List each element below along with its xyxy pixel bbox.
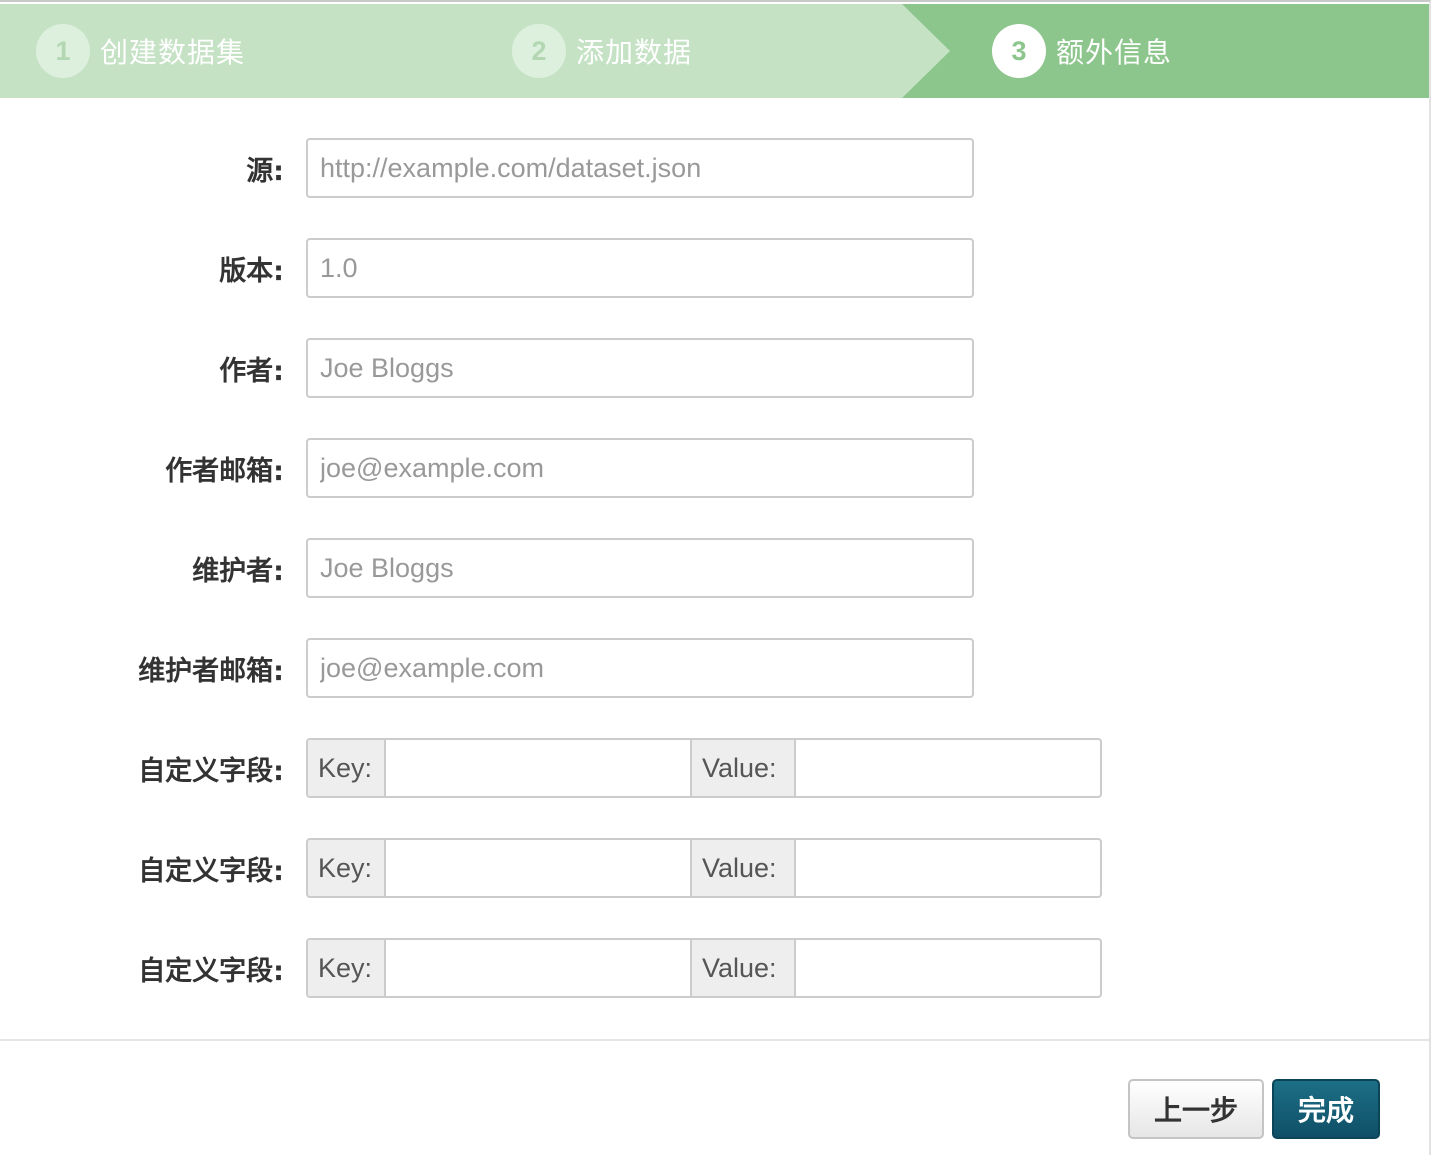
custom-value-input[interactable] <box>796 938 1102 998</box>
previous-button[interactable]: 上一步 <box>1128 1079 1264 1139</box>
custom-value-input[interactable] <box>796 838 1102 898</box>
maintainer-email-row: 维护者邮箱: <box>0 638 1429 698</box>
version-label: 版本: <box>219 255 284 287</box>
maintainer-email-label: 维护者邮箱: <box>138 655 284 687</box>
custom-field-group: Key: Value: <box>306 838 1102 898</box>
maintainer-row: 维护者: <box>0 538 1429 598</box>
source-input[interactable] <box>306 138 974 198</box>
source-row: 源: <box>0 138 1429 198</box>
maintainer-input[interactable] <box>306 538 974 598</box>
custom-value-input[interactable] <box>796 738 1102 798</box>
stage-title: 创建数据集 <box>100 36 246 69</box>
custom-field-row: 自定义字段: Key: Value: <box>0 838 1429 898</box>
finish-button[interactable]: 完成 <box>1272 1079 1380 1139</box>
custom-field-label: 自定义字段: <box>138 755 284 787</box>
custom-field-group: Key: Value: <box>306 938 1102 998</box>
stage-title: 额外信息 <box>1056 36 1173 69</box>
maintainer-label: 维护者: <box>192 555 284 587</box>
key-addon: Key: <box>306 938 386 998</box>
author-label: 作者: <box>219 355 284 387</box>
custom-field-group: Key: Value: <box>306 738 1102 798</box>
key-addon: Key: <box>306 738 386 798</box>
custom-field-label: 自定义字段: <box>138 955 284 987</box>
author-email-row: 作者邮箱: <box>0 438 1429 498</box>
value-addon: Value: <box>692 838 796 898</box>
stage-3: 3 额外信息 <box>992 4 1172 98</box>
stage-number: 3 <box>992 24 1046 78</box>
progress-stages: 1 创建数据集 2 添加数据 3 额外信息 <box>0 4 1429 98</box>
custom-key-input[interactable] <box>386 938 692 998</box>
stage-1: 1 创建数据集 <box>36 4 245 98</box>
custom-key-input[interactable] <box>386 838 692 898</box>
stage-title: 添加数据 <box>576 36 693 69</box>
version-input[interactable] <box>306 238 974 298</box>
author-input[interactable] <box>306 338 974 398</box>
stage-2: 2 添加数据 <box>512 4 692 98</box>
custom-field-label: 自定义字段: <box>138 855 284 887</box>
dataset-form-page: 1 创建数据集 2 添加数据 3 额外信息 源: 版本: 作者: 作者邮箱: <box>0 0 1431 1155</box>
custom-key-input[interactable] <box>386 738 692 798</box>
key-addon: Key: <box>306 838 386 898</box>
custom-field-row: 自定义字段: Key: Value: <box>0 738 1429 798</box>
author-email-label: 作者邮箱: <box>165 455 284 487</box>
stage-number: 1 <box>36 24 90 78</box>
stage-number: 2 <box>512 24 566 78</box>
value-addon: Value: <box>692 738 796 798</box>
author-row: 作者: <box>0 338 1429 398</box>
source-label: 源: <box>246 155 284 187</box>
value-addon: Value: <box>692 938 796 998</box>
maintainer-email-input[interactable] <box>306 638 974 698</box>
custom-field-row: 自定义字段: Key: Value: <box>0 938 1429 998</box>
version-row: 版本: <box>0 238 1429 298</box>
footer-divider <box>0 1039 1429 1041</box>
author-email-input[interactable] <box>306 438 974 498</box>
